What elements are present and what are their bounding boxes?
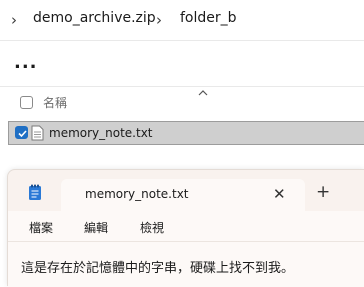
new-tab-button[interactable]: + — [316, 184, 330, 201]
breadcrumb: › demo_archive.zip › folder_b — [0, 0, 364, 40]
menu-bar: 檔案 編輯 檢視 — [8, 211, 364, 241]
text-editor-area[interactable]: 這是存在於記憶體中的字串，硬碟上找不到我。 — [8, 242, 364, 287]
tab-title: memory_note.txt — [85, 187, 189, 201]
menu-file[interactable]: 檔案 — [29, 219, 53, 236]
notepad-titlebar[interactable]: memory_note.txt ✕ + — [8, 170, 364, 211]
chevron-right-icon: › — [156, 11, 162, 29]
notepad-app-icon — [29, 184, 41, 200]
file-row[interactable]: memory_note.txt — [8, 121, 364, 145]
menu-view[interactable]: 檢視 — [140, 219, 164, 236]
text-file-icon — [31, 125, 44, 141]
select-all-checkbox[interactable] — [20, 96, 33, 109]
file-explorer-window: › demo_archive.zip › folder_b ... 名稱 mem… — [0, 0, 364, 287]
notepad-window: memory_note.txt ✕ + 檔案 編輯 檢視 這是存在於記憶體中的字… — [7, 169, 364, 287]
tab-memory-note[interactable]: memory_note.txt ✕ — [61, 179, 305, 211]
column-header-row: 名稱 — [0, 92, 364, 114]
divider — [0, 40, 364, 41]
chevron-right-icon: › — [11, 11, 17, 29]
close-icon[interactable]: ✕ — [273, 185, 286, 203]
editor-content: 這是存在於記憶體中的字串，硬碟上找不到我。 — [21, 261, 295, 276]
breadcrumb-item-archive[interactable]: demo_archive.zip — [33, 10, 156, 26]
menu-edit[interactable]: 編輯 — [84, 219, 108, 236]
divider — [0, 86, 364, 87]
row-checkbox[interactable] — [15, 126, 28, 139]
more-options-button[interactable]: ... — [14, 54, 38, 78]
file-name: memory_note.txt — [49, 126, 153, 140]
breadcrumb-item-folder[interactable]: folder_b — [180, 10, 237, 26]
checkmark-icon — [18, 130, 27, 138]
column-header-name[interactable]: 名稱 — [43, 94, 67, 111]
